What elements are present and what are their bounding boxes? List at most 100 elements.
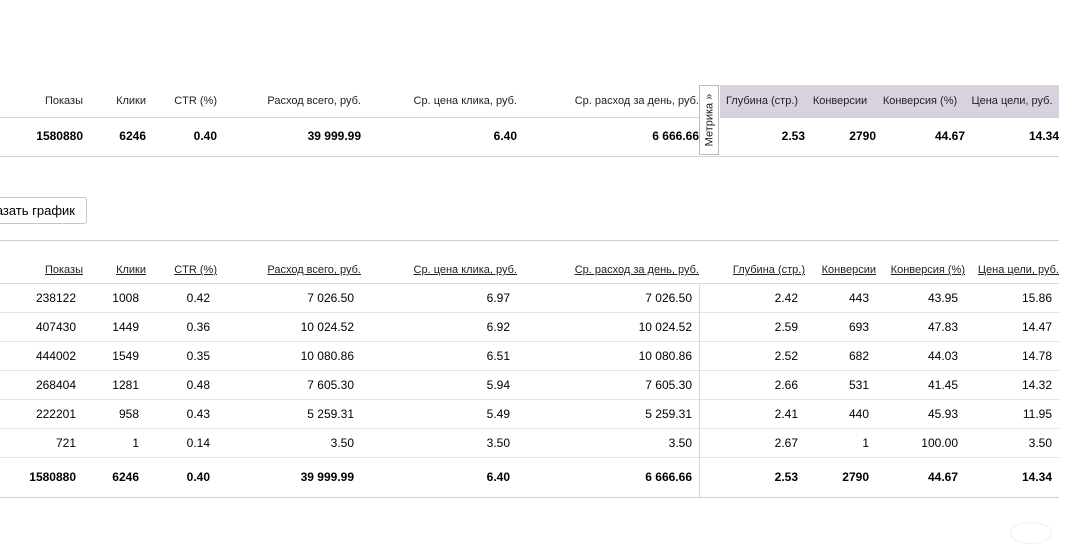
col-header-impressions[interactable]: Показы (45, 258, 83, 282)
cell-avg-click-price: 5.94 (486, 378, 510, 392)
summary-header-goal-price: Цена цели, руб. (971, 95, 1053, 107)
summary-goal-price: 14.34 (1028, 129, 1059, 143)
cell-conversion-rate: 43.95 (927, 291, 958, 305)
cell-depth: 2.52 (774, 349, 798, 363)
total-avg-daily-spend: 6 666.66 (645, 470, 692, 484)
total-total-spend: 39 999.99 (300, 470, 354, 484)
cell-avg-daily-spend: 3.50 (668, 436, 692, 450)
cell-avg-daily-spend: 7 605.30 (645, 378, 692, 392)
cell-conversions: 443 (848, 291, 869, 305)
summary-header-ctr: CTR (%) (174, 95, 217, 107)
metrika-toggle-tab[interactable]: Метрика » (699, 85, 719, 155)
total-depth: 2.53 (774, 470, 798, 484)
cell-depth: 2.66 (774, 378, 798, 392)
cell-ctr: 0.43 (186, 407, 210, 421)
cell-conversion-rate: 41.45 (927, 378, 958, 392)
col-header-ctr[interactable]: CTR (%) (174, 258, 217, 282)
summary-header-avg-daily-spend: Ср. расход за день, руб. (574, 95, 699, 107)
cell-total-spend: 10 024.52 (300, 320, 354, 334)
cell-depth: 2.67 (774, 436, 798, 450)
table-row: 238122 1008 0.42 7 026.50 6.97 7 026.50 2.42 44… (0, 284, 1059, 313)
summary-header-impressions: Показы (44, 95, 83, 107)
total-avg-click-price: 6.40 (486, 470, 510, 484)
cell-conversions: 1 (862, 436, 869, 450)
cell-total-spend: 7 026.50 (307, 291, 354, 305)
summary-header-conversions: Конверсии (812, 95, 868, 107)
total-impressions: 1580880 (29, 470, 76, 484)
cell-avg-click-price: 6.92 (486, 320, 510, 334)
summary-bottom-border (0, 156, 1059, 157)
total-clicks: 6246 (112, 470, 139, 484)
cell-total-spend: 10 080.86 (300, 349, 354, 363)
cell-ctr: 0.35 (186, 349, 210, 363)
cell-clicks: 1008 (112, 291, 139, 305)
cell-conversion-rate: 45.93 (927, 407, 958, 421)
cell-conversion-rate: 100.00 (921, 436, 958, 450)
table-bottom-border (0, 497, 1059, 498)
cell-conversions: 531 (848, 378, 869, 392)
col-header-conversion-rate[interactable]: Конверсия (%) (891, 258, 965, 282)
cell-impressions: 407430 (35, 320, 76, 334)
col-header-conversions[interactable]: Конверсии (822, 258, 876, 282)
col-header-clicks[interactable]: Клики (116, 258, 146, 282)
table-row: 444002 1549 0.35 10 080.86 6.51 10 080.86 2.52… (0, 342, 1059, 371)
table-total-row: 1580880 6246 0.40 39 999.99 6.40 6 666.66 2.53… (0, 458, 1059, 496)
summary-avg-click-price: 6.40 (493, 129, 517, 143)
summary-clicks: 6246 (119, 129, 146, 143)
table-row: 268404 1281 0.48 7 605.30 5.94 7 605.30 2.66 53… (0, 371, 1059, 400)
cell-clicks: 1449 (112, 320, 139, 334)
cell-avg-click-price: 6.51 (486, 349, 510, 363)
col-header-depth[interactable]: Глубина (стр.) (733, 258, 805, 282)
cell-goal-price: 14.78 (1021, 349, 1052, 363)
cell-clicks: 1 (132, 436, 139, 450)
summary-conversions: 2790 (849, 129, 876, 143)
cell-impressions: 222201 (35, 407, 76, 421)
col-header-avg-click-price[interactable]: Ср. цена клика, руб. (414, 258, 517, 282)
cell-avg-click-price: 5.49 (486, 407, 510, 421)
cell-total-spend: 5 259.31 (307, 407, 354, 421)
cell-ctr: 0.48 (186, 378, 210, 392)
cell-ctr: 0.42 (186, 291, 210, 305)
cell-avg-click-price: 6.97 (486, 291, 510, 305)
metrika-tab-label: Метрика » (703, 93, 715, 147)
cell-impressions: 721 (55, 436, 76, 450)
cell-avg-daily-spend: 10 024.52 (638, 320, 692, 334)
cell-goal-price: 3.50 (1028, 436, 1052, 450)
cell-ctr: 0.36 (186, 320, 210, 334)
cell-clicks: 1281 (112, 378, 139, 392)
metrika-column-separator (699, 284, 700, 497)
table-row: 222201 958 0.43 5 259.31 5.49 5 259.31 2.41 440… (0, 400, 1059, 429)
cell-clicks: 1549 (112, 349, 139, 363)
cell-goal-price: 15.86 (1021, 291, 1052, 305)
cell-impressions: 444002 (35, 349, 76, 363)
cell-conversions: 693 (848, 320, 869, 334)
summary-header-conversion-rate: Конверсия (%) (882, 95, 958, 107)
summary-header-depth: Глубина (стр.) (725, 95, 799, 107)
scroll-widget-ghost (1010, 522, 1052, 544)
show-chart-button[interactable]: азать график (0, 197, 87, 224)
total-ctr: 0.40 (186, 470, 210, 484)
col-header-goal-price[interactable]: Цена цели, руб. (978, 258, 1059, 282)
summary-depth: 2.53 (781, 129, 805, 143)
cell-avg-daily-spend: 5 259.31 (645, 407, 692, 421)
cell-clicks: 958 (118, 407, 139, 421)
summary-avg-daily-spend: 6 666.66 (652, 129, 699, 143)
summary-ctr: 0.40 (193, 129, 217, 143)
summary-header-total-spend: Расход всего, руб. (267, 95, 361, 107)
summary-total-spend: 39 999.99 (307, 129, 361, 143)
col-header-total-spend[interactable]: Расход всего, руб. (267, 258, 361, 282)
summary-header-clicks: Клики (116, 95, 146, 107)
table-row: 721 1 0.14 3.50 3.50 3.50 2.67 1 100.00 3.50 (0, 429, 1059, 458)
table-row: 407430 1449 0.36 10 024.52 6.92 10 024.52 2.59… (0, 313, 1059, 342)
total-conversions: 2790 (842, 470, 869, 484)
cell-avg-click-price: 3.50 (486, 436, 510, 450)
table-top-border (0, 240, 1059, 241)
col-header-avg-daily-spend[interactable]: Ср. расход за день, руб. (575, 258, 699, 282)
cell-conversion-rate: 44.03 (927, 349, 958, 363)
summary-conversion-rate: 44.67 (934, 129, 965, 143)
summary-impressions: 1580880 (36, 129, 83, 143)
cell-depth: 2.59 (774, 320, 798, 334)
summary-header-avg-click-price: Ср. цена клика, руб. (413, 95, 517, 107)
cell-impressions: 238122 (35, 291, 76, 305)
cell-depth: 2.41 (774, 407, 798, 421)
